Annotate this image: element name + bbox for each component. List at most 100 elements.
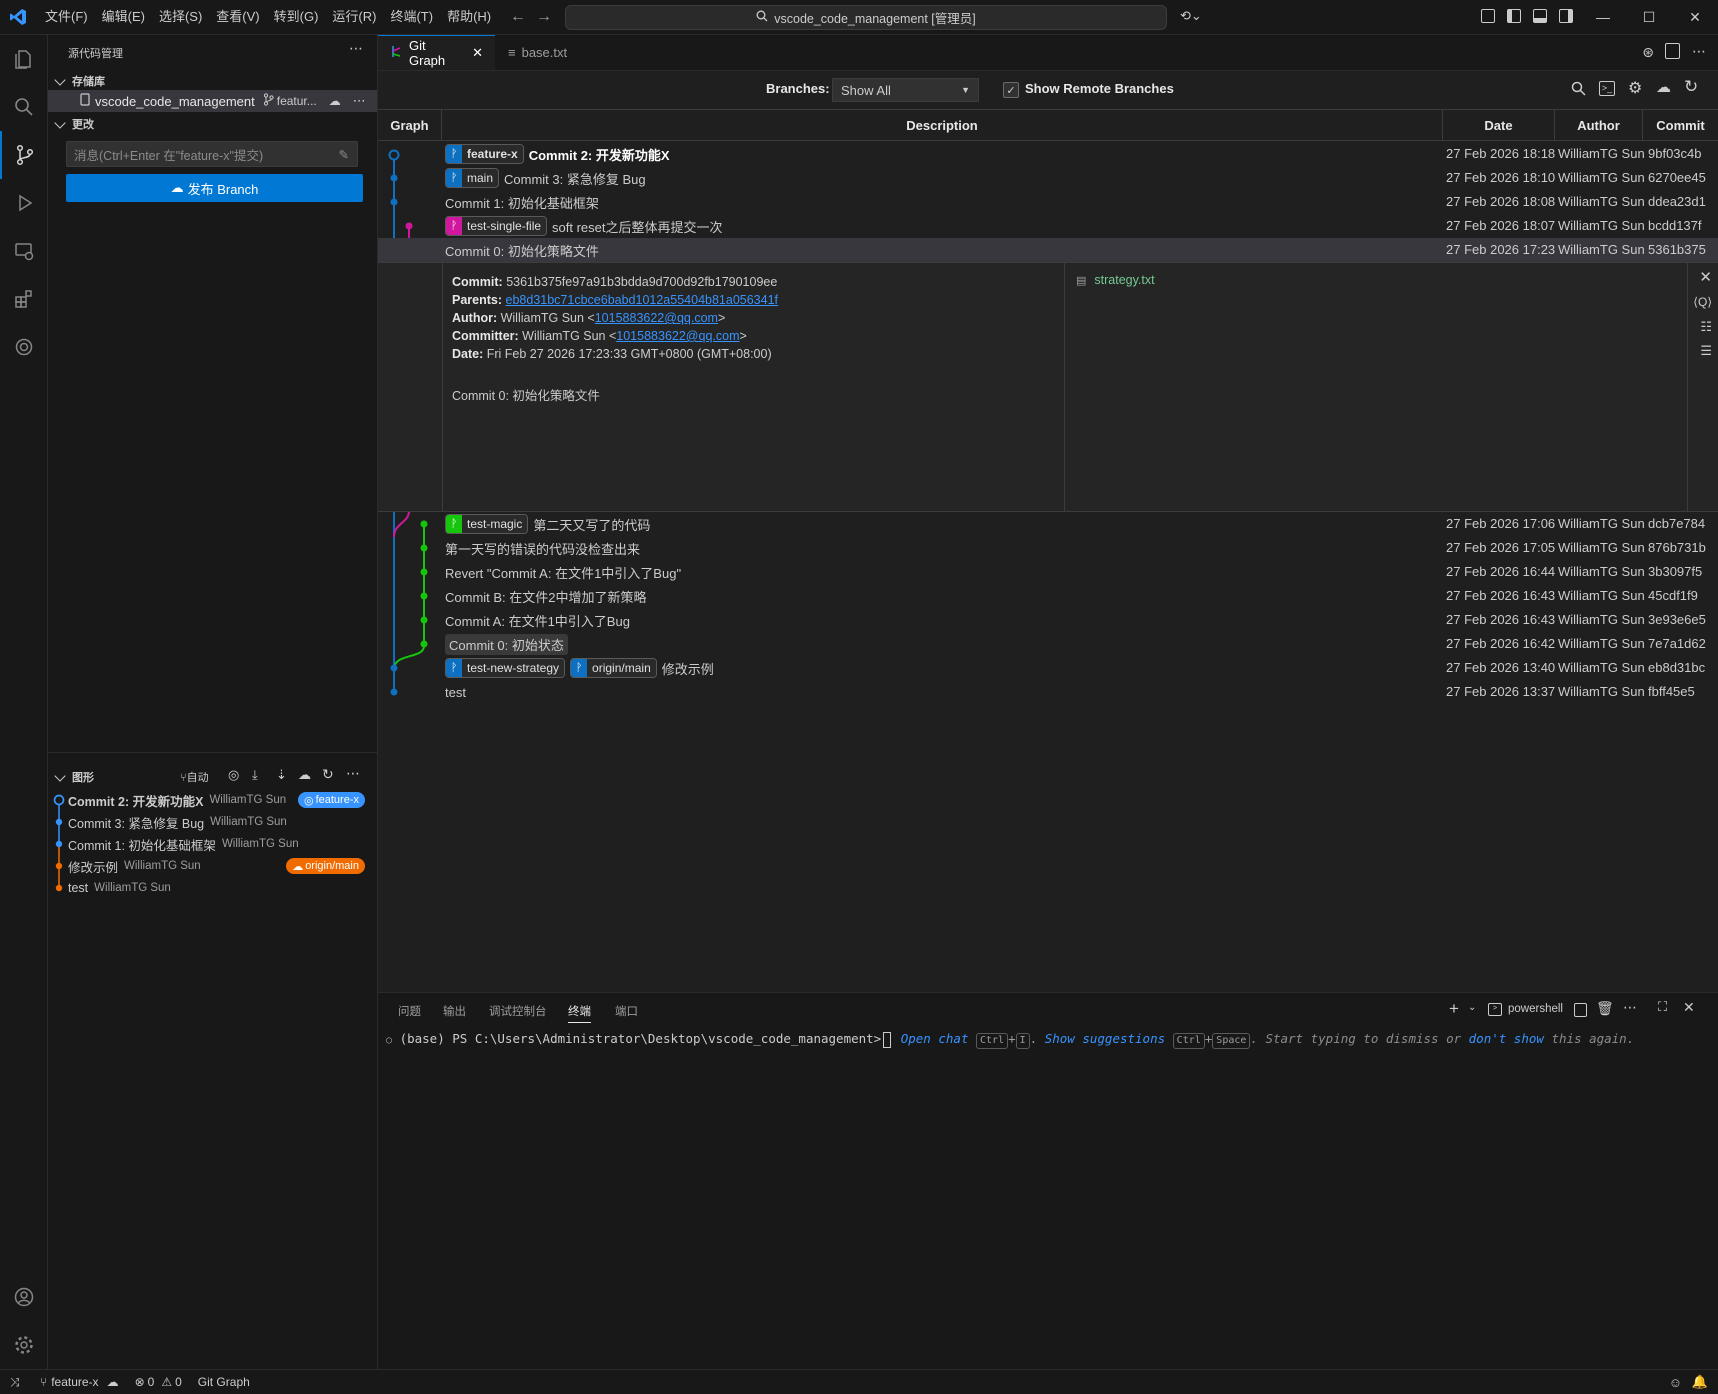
chevron-down-icon[interactable]: ⌄ bbox=[1468, 1002, 1476, 1013]
branch-ref-origin-main[interactable]: ᚹ origin/main bbox=[570, 658, 657, 678]
publish-branch-button[interactable]: ☁ 发布 Branch bbox=[66, 174, 363, 202]
table-row[interactable]: 第一天写的错误的代码没检查出来 27 Feb 2026 17:05 Willia… bbox=[378, 536, 1718, 560]
chatgpt-icon[interactable] bbox=[0, 323, 47, 371]
changed-file[interactable]: ▤ strategy.txt bbox=[1076, 273, 1155, 287]
tree-view-icon[interactable]: ☷ bbox=[1700, 319, 1712, 335]
close-window-button[interactable]: ✕ bbox=[1672, 0, 1718, 34]
column-description[interactable]: Description bbox=[442, 110, 1443, 140]
find-icon[interactable] bbox=[1571, 81, 1586, 99]
tab-terminal[interactable]: 终端 bbox=[568, 1003, 591, 1023]
view-diff-icon[interactable]: ⟨Q⟩ bbox=[1693, 295, 1712, 309]
show-suggestions-hint[interactable]: Show suggestions bbox=[1045, 1031, 1165, 1046]
menu-item[interactable]: 运行(R) bbox=[325, 0, 383, 34]
graph-item[interactable]: Commit 3: 紧急修复 Bug WilliamTG Sun bbox=[48, 811, 377, 833]
refresh-icon[interactable]: ↻ bbox=[1684, 77, 1698, 97]
repo-item[interactable]: vscode_code_management featur... ☁ ⋯ bbox=[48, 90, 377, 112]
close-icon[interactable]: ✕ bbox=[472, 45, 483, 61]
search-icon[interactable] bbox=[0, 83, 47, 131]
menu-item[interactable]: 选择(S) bbox=[152, 0, 209, 34]
list-view-icon[interactable]: ☰ bbox=[1700, 343, 1712, 359]
editor-more-icon[interactable]: ⋯ bbox=[1692, 43, 1706, 60]
author-email-link[interactable]: 1015883622@qq.com bbox=[595, 311, 718, 325]
remote-indicator-icon[interactable]: ⤨ bbox=[10, 1375, 28, 1390]
run-debug-icon[interactable] bbox=[0, 179, 47, 227]
remote-explorer-icon[interactable] bbox=[0, 227, 47, 275]
extensions-icon[interactable] bbox=[0, 275, 47, 323]
explorer-icon[interactable] bbox=[0, 35, 47, 83]
pull-icon[interactable]: ⇣ bbox=[276, 767, 287, 783]
refresh-icon[interactable]: ↻ bbox=[322, 766, 334, 783]
commit-message-input[interactable]: 消息(Ctrl+Enter 在"feature-x"提交) ✎ bbox=[66, 141, 358, 167]
menu-item[interactable]: 文件(F) bbox=[38, 0, 95, 34]
table-row[interactable]: Commit B: 在文件2中增加了新策略 27 Feb 2026 16:43 … bbox=[378, 584, 1718, 608]
dont-show-hint[interactable]: don't show bbox=[1469, 1031, 1544, 1046]
fetch-icon[interactable]: ⤓ bbox=[252, 767, 258, 783]
table-row[interactable]: ᚹ test-single-file soft reset之后整体再提交一次 27… bbox=[378, 214, 1718, 238]
table-row[interactable]: test 27 Feb 2026 13:37 WilliamTG Sun fbf… bbox=[378, 680, 1718, 704]
branch-ref-main[interactable]: ᚹ main bbox=[445, 168, 500, 188]
column-date[interactable]: Date bbox=[1443, 110, 1555, 140]
show-remote-checkbox[interactable]: ✓ bbox=[1003, 82, 1019, 98]
split-editor-icon[interactable] bbox=[1665, 43, 1680, 59]
committer-email-link[interactable]: 1015883622@qq.com bbox=[616, 329, 739, 343]
tab-git-graph[interactable]: Git Graph ✕ bbox=[378, 35, 495, 70]
branch-status[interactable]: ⑂ feature-x ☁ bbox=[40, 1375, 119, 1389]
graph-item[interactable]: 修改示例 WilliamTG Sun ☁ origin/main bbox=[48, 855, 377, 877]
menu-item[interactable]: 转到(G) bbox=[267, 0, 326, 34]
table-row[interactable]: ᚹ main Commit 3: 紧急修复 Bug 27 Feb 2026 18:… bbox=[378, 166, 1718, 190]
publish-cloud-icon[interactable]: ☁ bbox=[329, 94, 341, 108]
copilot-status-icon[interactable]: ☺ bbox=[1669, 1375, 1682, 1390]
maximize-panel-icon[interactable]: ⛶ bbox=[1658, 999, 1667, 1015]
graph-auto-toggle[interactable]: ⑂自动 bbox=[180, 769, 209, 785]
table-row[interactable]: ᚹ test-new-strategy ᚹ origin/main 修改示例 27 … bbox=[378, 656, 1718, 680]
maximize-button[interactable]: ☐ bbox=[1626, 0, 1672, 34]
table-row[interactable]: ᚹ test-magic 第二天又写了的代码 27 Feb 2026 17:06 … bbox=[378, 512, 1718, 536]
menu-item[interactable]: 帮助(H) bbox=[440, 0, 498, 34]
toggle-sidebar-icon[interactable] bbox=[1507, 9, 1521, 23]
tab-problems[interactable]: 问题 bbox=[398, 1003, 421, 1019]
close-details-icon[interactable]: ✕ bbox=[1699, 268, 1712, 286]
tab-output[interactable]: 输出 bbox=[443, 1003, 466, 1019]
table-row[interactable]: Commit A: 在文件1中引入了Bug 27 Feb 2026 16:43 … bbox=[378, 608, 1718, 632]
fetch-cloud-icon[interactable]: ☁ bbox=[1656, 78, 1671, 96]
branches-select[interactable]: Show All ▼ bbox=[832, 78, 979, 102]
git-graph-status[interactable]: Git Graph bbox=[198, 1375, 250, 1389]
settings-gear-icon[interactable] bbox=[0, 1321, 47, 1369]
more-actions-icon[interactable]: ⋯ bbox=[349, 40, 363, 57]
graph-item[interactable]: Commit 1: 初始化基础框架 WilliamTG Sun bbox=[48, 833, 377, 855]
graph-more-icon[interactable]: ⋯ bbox=[346, 765, 360, 782]
command-center-search[interactable]: vscode_code_management [管理员] bbox=[565, 5, 1167, 30]
panel-more-icon[interactable]: ⋯ bbox=[1623, 999, 1637, 1016]
tab-debug-console[interactable]: 调试控制台 bbox=[489, 1003, 547, 1019]
table-row[interactable]: Revert "Commit A: 在文件1中引入了Bug" 27 Feb 20… bbox=[378, 560, 1718, 584]
close-panel-icon[interactable]: ✕ bbox=[1683, 999, 1695, 1016]
open-chat-hint[interactable]: Open chat bbox=[901, 1031, 969, 1046]
repositories-header[interactable]: 存储库 bbox=[52, 73, 105, 89]
toggle-secondary-sidebar-icon[interactable] bbox=[1559, 9, 1573, 23]
column-graph[interactable]: Graph bbox=[378, 110, 442, 140]
graph-item[interactable]: Commit 2: 开发新功能X WilliamTG Sun ◎ feature-… bbox=[48, 789, 377, 811]
trash-icon[interactable]: 🗑 bbox=[1596, 1000, 1614, 1017]
menu-item[interactable]: 终端(T) bbox=[383, 0, 440, 34]
branch-ref-test-new-strategy[interactable]: ᚹ test-new-strategy bbox=[445, 658, 566, 678]
tab-base-txt[interactable]: ≡ base.txt bbox=[496, 35, 613, 70]
menu-item[interactable]: 编辑(E) bbox=[95, 0, 152, 34]
customize-layout-icon[interactable] bbox=[1481, 9, 1495, 23]
graph-header[interactable]: 图形 bbox=[52, 769, 94, 785]
chatgpt-icon[interactable]: ⊛ bbox=[1642, 44, 1654, 61]
branch-ref-test-magic[interactable]: ᚹ test-magic bbox=[445, 514, 529, 534]
push-cloud-icon[interactable]: ☁ bbox=[298, 767, 311, 783]
split-terminal-icon[interactable] bbox=[1574, 1003, 1587, 1017]
source-control-icon[interactable] bbox=[0, 131, 47, 179]
branch-ref-feature-x[interactable]: ᚹ feature-x bbox=[445, 144, 524, 164]
target-icon[interactable]: ◎ bbox=[228, 767, 239, 783]
minimize-button[interactable]: — bbox=[1580, 0, 1626, 34]
new-terminal-icon[interactable]: + bbox=[1449, 999, 1459, 1019]
column-commit[interactable]: Commit bbox=[1643, 110, 1718, 140]
toggle-panel-icon[interactable] bbox=[1533, 9, 1547, 23]
terminal-shell-label[interactable]: powershell bbox=[1508, 1003, 1563, 1015]
tab-ports[interactable]: 端口 bbox=[615, 1003, 638, 1019]
branch-ref-test-single-file[interactable]: ᚹ test-single-file bbox=[445, 216, 548, 236]
problems-status[interactable]: ⊗ 0 ⚠ 0 bbox=[135, 1375, 182, 1389]
settings-icon[interactable]: ⚙ bbox=[1628, 78, 1642, 98]
